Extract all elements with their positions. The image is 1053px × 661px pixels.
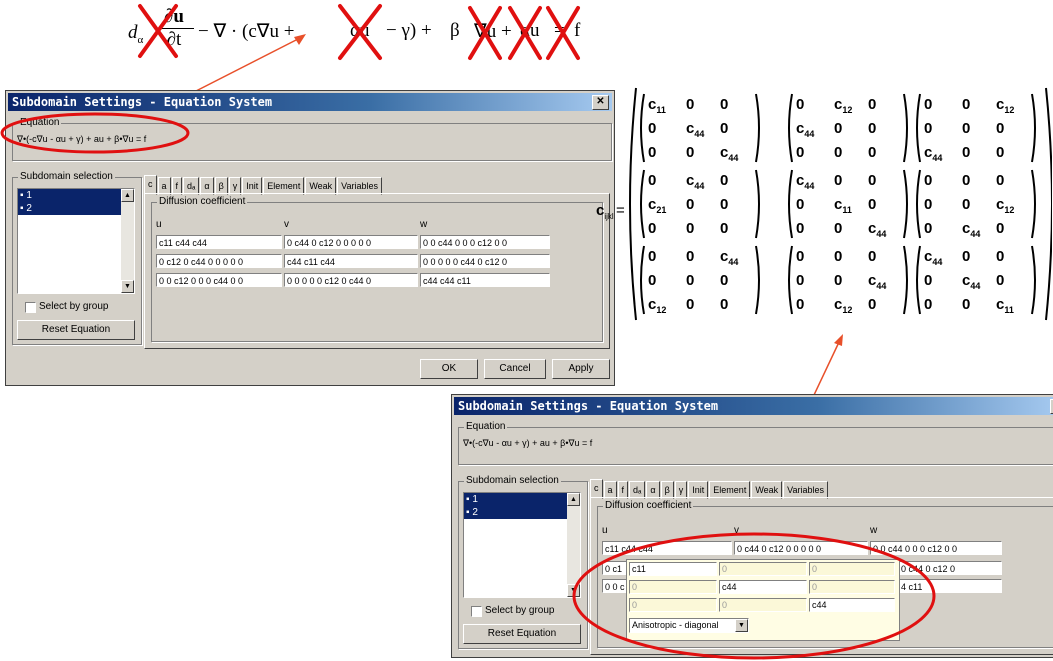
matrix-entry: 0 xyxy=(834,144,843,161)
matrix-entry: 0 xyxy=(962,120,971,137)
matrix-entry: 0 xyxy=(996,120,1005,137)
matrix-entry: 0 xyxy=(924,96,933,113)
matrix-entry: c12 xyxy=(834,96,853,115)
matrix-entry: 0 xyxy=(796,196,805,213)
matrix-entry: 0 xyxy=(868,144,877,161)
stiffness-tensor-matrix: cijkl = c11 0 0 0 c44 0 0 0 c44 0 c12 0 c44 0 0 0 0 0 0 0 c1… xyxy=(596,84,1052,324)
matrix-entry: 0 xyxy=(962,248,971,265)
matrix-entry: 0 xyxy=(796,220,805,237)
matrix-entry: 0 xyxy=(686,296,695,313)
matrix-entry: 0 xyxy=(648,220,657,237)
matrix-entry: 0 xyxy=(686,248,695,265)
matrix-entry: 0 xyxy=(648,172,657,189)
matrix-entry: 0 xyxy=(924,220,933,237)
matrix-entry: c11 xyxy=(834,196,852,215)
matrix-entry: 0 xyxy=(868,196,877,213)
matrix-entry: 0 xyxy=(834,120,843,137)
matrix-entry: 0 xyxy=(686,220,695,237)
matrix-entry: 0 xyxy=(720,172,729,189)
matrix-entry: c12 xyxy=(834,296,853,315)
matrix-entry: 0 xyxy=(796,248,805,265)
matrix-entry: 0 xyxy=(868,96,877,113)
matrix-entry: 0 xyxy=(996,220,1005,237)
matrix-entry: 0 xyxy=(962,144,971,161)
matrix-entry: 0 xyxy=(648,272,657,289)
matrix-entry: c44 xyxy=(686,172,705,191)
matrix-entry: 0 xyxy=(834,220,843,237)
matrix-entry: 0 xyxy=(796,144,805,161)
matrix-entry: c44 xyxy=(924,248,943,267)
matrix-entry: 0 xyxy=(996,172,1005,189)
matrix-entry: c11 xyxy=(996,296,1014,315)
matrix-entry: 0 xyxy=(648,248,657,265)
highlight-ellipse-2 xyxy=(572,532,936,660)
matrix-entry: c12 xyxy=(996,196,1015,215)
matrix-entry: 0 xyxy=(796,96,805,113)
matrix-entry: c44 xyxy=(962,272,981,291)
matrix-entry: 0 xyxy=(834,172,843,189)
matrix-entry: c44 xyxy=(924,144,943,163)
matrix-entry: 0 xyxy=(868,296,877,313)
matrix-entry: c44 xyxy=(868,272,887,291)
matrix-entry: 0 xyxy=(720,296,729,313)
matrix-entry: c44 xyxy=(720,144,739,163)
matrix-entry: 0 xyxy=(924,120,933,137)
matrix-entry: c44 xyxy=(796,172,815,191)
matrix-entry: 0 xyxy=(834,248,843,265)
matrix-entry: 0 xyxy=(796,296,805,313)
matrix-entry: 0 xyxy=(868,172,877,189)
matrix-entry: c44 xyxy=(796,120,815,139)
matrix-entry: 0 xyxy=(962,296,971,313)
matrix-entry: 0 xyxy=(648,144,657,161)
matrix-entry: 0 xyxy=(720,272,729,289)
matrix-entry: 0 xyxy=(686,272,695,289)
matrix-entry: 0 xyxy=(996,248,1005,265)
matrix-entry: 0 xyxy=(996,144,1005,161)
matrix-entry: 0 xyxy=(962,96,971,113)
matrix-entry: c44 xyxy=(686,120,705,139)
matrix-entry: 0 xyxy=(720,120,729,137)
matrix-entry: 0 xyxy=(686,96,695,113)
matrix-entry: 0 xyxy=(686,144,695,161)
matrix-entry: 0 xyxy=(924,196,933,213)
matrix-entry: 0 xyxy=(868,120,877,137)
matrix-entry: 0 xyxy=(924,272,933,289)
matrix-entry: 0 xyxy=(720,220,729,237)
matrix-entry: 0 xyxy=(720,96,729,113)
matrix-entry: c11 xyxy=(648,96,666,115)
matrix-entry: 0 xyxy=(648,120,657,137)
matrix-entry: c44 xyxy=(720,248,739,267)
matrix-entry: c12 xyxy=(648,296,667,315)
matrix-entry: 0 xyxy=(962,172,971,189)
matrix-entry: 0 xyxy=(720,196,729,213)
matrix-entry: c21 xyxy=(648,196,667,215)
matrix-entry: c12 xyxy=(996,96,1015,115)
matrix-entry: c44 xyxy=(962,220,981,239)
matrix-entry: 0 xyxy=(686,196,695,213)
matrix-entry: 0 xyxy=(868,248,877,265)
matrix-entry: 0 xyxy=(924,296,933,313)
matrix-entry: 0 xyxy=(996,272,1005,289)
matrix-entry: 0 xyxy=(962,196,971,213)
matrix-entry: c44 xyxy=(868,220,887,239)
matrix-entry: 0 xyxy=(834,272,843,289)
matrix-entry: 0 xyxy=(796,272,805,289)
matrix-entry: 0 xyxy=(924,172,933,189)
